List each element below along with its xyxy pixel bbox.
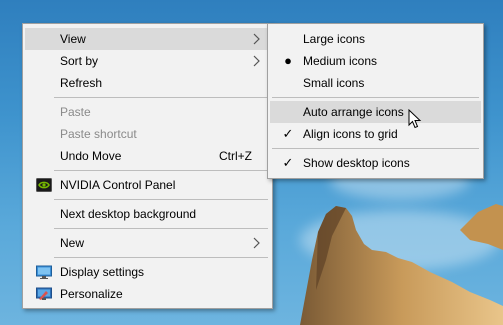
menu-separator [272,97,479,98]
submenu-item-show-desktop-icons[interactable]: ✓ Show desktop icons [270,152,481,174]
menu-item-undo-move[interactable]: Undo Move Ctrl+Z [25,145,270,167]
menu-item-next-desktop-background[interactable]: Next desktop background [25,203,270,225]
menu-item-label: Sort by [60,54,99,68]
mouse-cursor-icon [408,109,422,129]
menu-item-label: Personalize [60,287,123,301]
view-submenu: Large icons ● Medium icons Small icons A… [267,23,484,179]
menu-item-label: View [60,32,86,46]
checkmark-icon: ✓ [282,126,294,141]
chevron-right-icon [253,237,260,249]
menu-item-label: Refresh [60,76,103,90]
menu-item-label: New [60,236,85,250]
menu-item-label: NVIDIA Control Panel [60,178,176,192]
submenu-item-align-icons-to-grid[interactable]: ✓ Align icons to grid [270,123,481,145]
menu-item-label: Align icons to grid [303,127,398,141]
menu-separator [54,257,268,258]
nvidia-icon [36,178,52,192]
menu-item-view[interactable]: View [25,28,270,50]
chevron-right-icon [253,55,260,67]
submenu-item-medium-icons[interactable]: ● Medium icons [270,50,481,72]
menu-separator [54,199,268,200]
submenu-item-auto-arrange-icons[interactable]: Auto arrange icons [270,101,481,123]
menu-item-paste[interactable]: Paste [25,101,270,123]
menu-item-label: Undo Move [60,149,122,163]
menu-separator [272,148,479,149]
desktop-context-menu: View Sort by Refresh Paste Paste shortcu… [22,23,273,309]
menu-item-label: Show desktop icons [303,156,410,170]
chevron-right-icon [253,33,260,45]
menu-item-shortcut: Ctrl+Z [219,149,252,163]
menu-item-label: Medium icons [303,54,378,68]
menu-separator [54,170,268,171]
menu-item-label: Small icons [303,76,365,90]
menu-item-new[interactable]: New [25,232,270,254]
menu-item-label: Auto arrange icons [303,105,404,119]
menu-item-label: Large icons [303,32,366,46]
menu-separator [54,228,268,229]
menu-separator [54,97,268,98]
menu-item-label: Paste [60,105,91,119]
menu-item-paste-shortcut[interactable]: Paste shortcut [25,123,270,145]
submenu-item-large-icons[interactable]: Large icons [270,28,481,50]
menu-item-refresh[interactable]: Refresh [25,72,270,94]
submenu-item-small-icons[interactable]: Small icons [270,72,481,94]
menu-item-label: Display settings [60,265,145,279]
personalize-icon [36,287,52,300]
menu-item-label: Paste shortcut [60,127,137,141]
menu-item-personalize[interactable]: Personalize [25,283,270,305]
menu-item-sort-by[interactable]: Sort by [25,50,270,72]
display-icon [36,265,52,279]
bullet-icon: ● [284,53,292,68]
menu-item-label: Next desktop background [60,207,197,221]
checkmark-icon: ✓ [282,155,294,170]
menu-item-display-settings[interactable]: Display settings [25,261,270,283]
menu-item-nvidia-control-panel[interactable]: NVIDIA Control Panel [25,174,270,196]
